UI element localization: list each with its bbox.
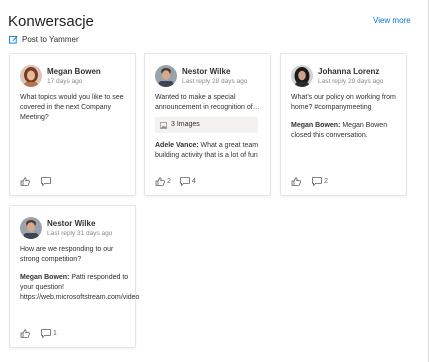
- conversation-card[interactable]: Nestor Wilke Last reply 31 days ago How …: [9, 205, 139, 348]
- like-button[interactable]: [291, 177, 303, 186]
- person-avatar-icon: [291, 65, 313, 87]
- comment-button[interactable]: 1: [41, 329, 57, 338]
- thumbs-up-icon: [155, 177, 165, 186]
- timestamp: Last reply 29 days ago: [318, 77, 384, 85]
- comment-button[interactable]: 4: [180, 177, 196, 186]
- reply-author: Megan Bowen:: [291, 122, 341, 129]
- comment-button[interactable]: [41, 177, 53, 186]
- like-button[interactable]: [20, 329, 32, 338]
- comment-count: 2: [324, 178, 328, 185]
- conversation-card[interactable]: Johanna Lorenz Last reply 29 days ago Wh…: [280, 53, 407, 196]
- timestamp: Last reply 28 days ago: [182, 77, 248, 85]
- person-avatar-icon: [20, 217, 42, 239]
- conversation-text: What's our policy on working from home? …: [291, 94, 396, 111]
- post-to-yammer-button[interactable]: Post to Yammer: [9, 33, 79, 45]
- conversation-card[interactable]: Megan Bowen 17 days ago What topics woul…: [9, 53, 136, 196]
- right-divider: [428, 0, 429, 362]
- comment-icon: [41, 177, 51, 186]
- comment-icon: [312, 177, 322, 186]
- comment-icon: [180, 177, 190, 186]
- attachment-images[interactable]: 3 Images: [155, 117, 258, 133]
- page-title: Konwersacje: [8, 13, 94, 30]
- like-button[interactable]: [20, 177, 32, 186]
- like-count: 2: [167, 178, 171, 185]
- post-to-yammer-label: Post to Yammer: [22, 34, 79, 44]
- thumbs-up-icon: [291, 177, 301, 186]
- like-button[interactable]: 2: [155, 177, 171, 186]
- thumbs-up-icon: [20, 177, 30, 186]
- comment-count: 1: [53, 330, 57, 337]
- avatar: [20, 217, 42, 239]
- attachment-label: 3 Images: [171, 121, 200, 128]
- timestamp: Last reply 31 days ago: [47, 229, 113, 237]
- thumbs-up-icon: [20, 329, 30, 338]
- conversation-text: What topics would you like to see covere…: [20, 94, 124, 121]
- author-name[interactable]: Megan Bowen: [47, 67, 101, 77]
- conversation-card[interactable]: Nestor Wilke Last reply 28 days ago Want…: [144, 53, 271, 196]
- avatar: [20, 65, 42, 87]
- author-name[interactable]: Johanna Lorenz: [318, 67, 383, 77]
- avatar: [291, 65, 313, 87]
- author-name[interactable]: Nestor Wilke: [182, 67, 247, 77]
- author-name[interactable]: Nestor Wilke: [47, 219, 112, 229]
- reply-author: Adele Vance:: [155, 142, 199, 149]
- edit-icon: [9, 35, 18, 44]
- conversation-text: Wanted to make a special announcement in…: [155, 94, 253, 111]
- comment-icon: [41, 329, 51, 338]
- reply-author: Megan Bowen:: [20, 274, 70, 281]
- timestamp: 17 days ago: [47, 77, 83, 85]
- comment-count: 4: [191, 178, 196, 185]
- conversation-text: How are we responding to our strong comp…: [20, 246, 114, 263]
- view-more-link[interactable]: View more: [373, 16, 411, 25]
- person-avatar-icon: [155, 65, 177, 87]
- comment-button[interactable]: 2: [312, 177, 328, 186]
- person-avatar-icon: [20, 65, 42, 87]
- image-icon: [160, 121, 167, 129]
- avatar: [155, 65, 177, 87]
